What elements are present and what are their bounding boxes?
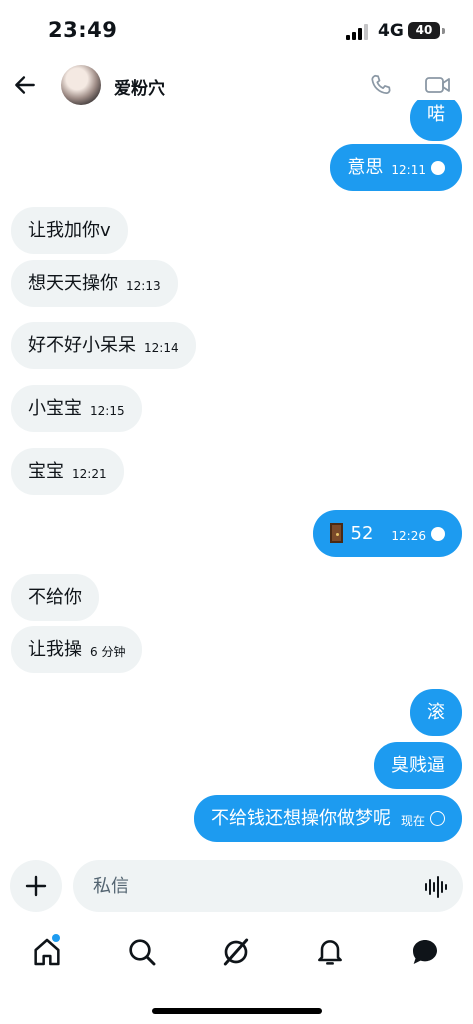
message-bubble-outgoing[interactable]: 意思 12:11 <box>330 144 462 191</box>
message-text: 想天天操你 <box>28 273 118 294</box>
door-emoji-icon <box>329 523 343 543</box>
message-bubble-incoming[interactable]: 小宝宝 12:15 <box>11 385 142 432</box>
home-notification-dot <box>52 934 60 942</box>
message-bubble-outgoing[interactable]: 臭贱逼 <box>374 742 462 789</box>
message-bubble-incoming[interactable]: 不给你 <box>11 574 99 621</box>
message-text: 52 <box>350 523 374 544</box>
message-time: 12:14 <box>144 341 179 355</box>
message-text: 好不好小呆呆 <box>28 335 136 356</box>
battery-icon: 40 <box>408 22 440 39</box>
voice-message-icon[interactable] <box>424 876 448 898</box>
avatar[interactable] <box>61 65 101 105</box>
message-time: 12:13 <box>126 279 161 293</box>
message-bubble-incoming[interactable]: 让我加你v <box>11 207 128 254</box>
message-thread[interactable]: 喏 意思 12:11 让我加你v 想天天操你 12:13 好不好小呆呆 12:14 小… <box>0 100 473 852</box>
message-bubble-incoming[interactable]: 宝宝 12:21 <box>11 448 124 495</box>
battery-cap <box>442 28 445 34</box>
status-time: 23:49 <box>48 18 118 42</box>
message-time: 12:26 <box>391 529 426 543</box>
message-bubble-incoming[interactable]: 好不好小呆呆 12:14 <box>11 322 196 369</box>
message-text: 喏 <box>427 104 445 125</box>
read-receipt-icon <box>431 527 445 541</box>
message-bubble-outgoing[interactable]: 喏 <box>410 100 462 141</box>
message-text: 臭贱逼 <box>391 755 445 776</box>
message-input[interactable] <box>73 860 463 912</box>
message-time: 12:15 <box>90 404 125 418</box>
message-time: 12:11 <box>391 163 426 177</box>
contact-name[interactable]: 爱粉穴 <box>114 74 165 99</box>
message-composer <box>0 858 473 916</box>
sent-receipt-icon <box>430 811 445 826</box>
message-text: 不给你 <box>28 587 82 608</box>
home-indicator <box>152 1008 322 1014</box>
notifications-icon[interactable] <box>314 936 346 968</box>
plus-icon <box>25 875 47 897</box>
add-media-button[interactable] <box>10 860 62 912</box>
back-arrow-icon[interactable] <box>12 72 38 98</box>
status-bar: 23:49 4G 40 <box>0 0 473 60</box>
network-type: 4G <box>378 21 404 41</box>
message-bubble-outgoing[interactable]: 不给钱还想操你做梦呢 现在 <box>193 795 462 842</box>
message-text: 意思 <box>347 157 384 178</box>
message-text: 不给钱还想操你做梦呢 <box>210 808 391 829</box>
message-bubble-outgoing[interactable]: 52 12:26 <box>312 510 462 557</box>
message-text: 小宝宝 <box>28 398 82 419</box>
grok-icon[interactable] <box>220 936 252 968</box>
message-bubble-incoming[interactable]: 让我操 6 分钟 <box>11 626 143 673</box>
signal-icon <box>346 24 368 40</box>
message-bubble-outgoing[interactable]: 滚 <box>410 689 462 736</box>
message-text: 让我加你v <box>28 220 111 241</box>
bottom-tab-bar <box>0 930 473 980</box>
message-bubble-incoming[interactable]: 想天天操你 12:13 <box>11 260 178 307</box>
message-time: 6 分钟 <box>90 645 126 659</box>
messages-icon[interactable] <box>409 936 441 968</box>
message-text: 宝宝 <box>28 461 64 482</box>
message-text: 滚 <box>427 702 445 723</box>
read-receipt-icon <box>431 161 445 175</box>
search-icon[interactable] <box>126 936 158 968</box>
phone-call-icon[interactable] <box>368 72 394 98</box>
video-call-icon[interactable] <box>424 72 452 98</box>
message-time: 12:21 <box>72 467 107 481</box>
message-time: 现在 <box>400 814 425 828</box>
message-text: 让我操 <box>28 639 82 660</box>
